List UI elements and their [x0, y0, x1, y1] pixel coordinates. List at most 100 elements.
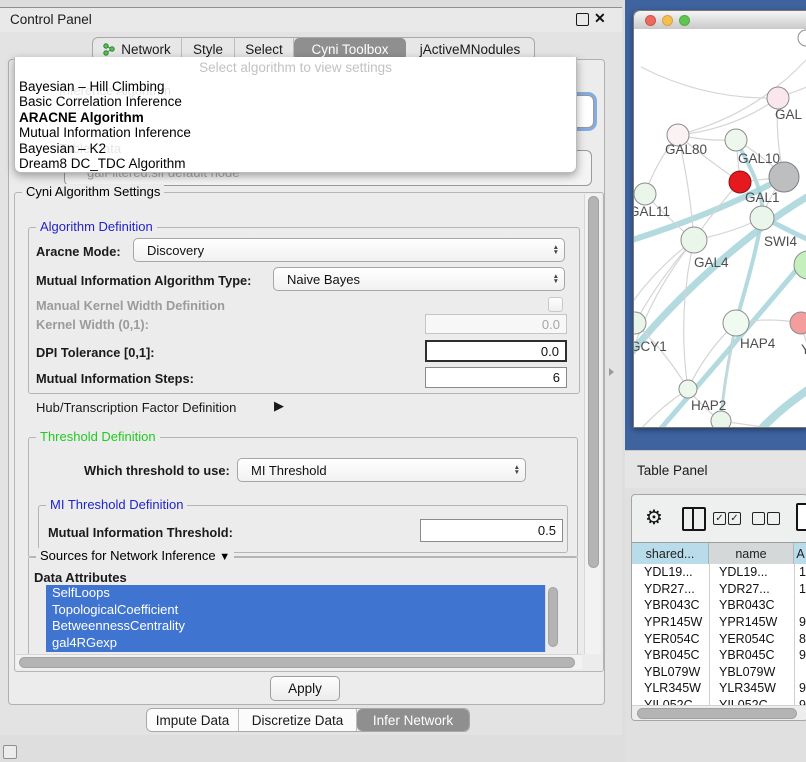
hub-expand-arrow-icon[interactable]: ▶ — [274, 398, 284, 414]
data-attribute-item[interactable]: TopologicalCoefficient — [46, 602, 545, 619]
table-cell[interactable]: 9. — [794, 698, 806, 705]
table-cell[interactable]: YLR345W — [709, 681, 794, 695]
sources-collapse-arrow-icon[interactable]: ▼ — [219, 551, 230, 563]
attributes-scrollbar[interactable] — [545, 585, 559, 652]
settings-vertical-scrollbar-thumb[interactable] — [588, 196, 599, 568]
table-row[interactable]: YIL052CYIL052C9. — [632, 697, 806, 705]
mi-steps-field[interactable]: 6 — [425, 367, 567, 388]
table-cell[interactable]: YBR043C — [632, 598, 709, 612]
network-node-hap4[interactable] — [723, 310, 749, 336]
table-cell[interactable]: YPR145W — [709, 615, 794, 629]
window-minimize-icon[interactable] — [662, 15, 673, 26]
table-cell[interactable]: 13 — [794, 565, 806, 579]
table-cell[interactable]: 9. — [794, 681, 806, 695]
network-node-grayn[interactable] — [769, 162, 799, 192]
table-row[interactable]: YBL079WYBL079W — [632, 664, 806, 681]
network-node-swi4[interactable] — [750, 206, 774, 230]
network-node-gal[interactable] — [767, 87, 789, 109]
table-cell[interactable]: 9. — [794, 648, 806, 662]
network-node-gal11[interactable] — [634, 183, 656, 205]
network-node-hap2[interactable] — [679, 380, 697, 398]
table-cell[interactable]: YBR045C — [632, 648, 709, 662]
manual-kernel-checkbox[interactable] — [548, 297, 563, 312]
table-cell[interactable]: YDR27... — [632, 582, 709, 596]
column-header-name[interactable]: name — [709, 543, 794, 564]
table-row[interactable]: YER054CYER054C8. — [632, 630, 806, 647]
table-row[interactable]: YDL19...YDL19...13 — [632, 564, 806, 581]
split-panel-icon[interactable] — [682, 507, 706, 531]
network-node-y[interactable] — [790, 312, 806, 334]
which-threshold-combo[interactable]: MI Threshold ▲▼ — [237, 458, 526, 482]
gear-icon[interactable]: ⚙ — [645, 505, 663, 530]
network-node-grn[interactable] — [794, 251, 806, 279]
table-row[interactable]: YPR145WYPR145W9. — [632, 614, 806, 631]
collapsed-panel-icon[interactable] — [3, 745, 17, 759]
window-zoom-icon[interactable] — [679, 15, 690, 26]
table-horizontal-scrollbar-thumb[interactable] — [637, 708, 797, 719]
column-header-clipped[interactable]: A — [794, 543, 806, 564]
network-window[interactable]: GALGAL80GAL10GAL1GAL11SWI4GAL4GCY1HAP4YH… — [633, 10, 806, 428]
data-attribute-item[interactable]: BetweennessCentrality — [46, 618, 545, 635]
table-row[interactable]: YBR045CYBR045C9. — [632, 647, 806, 664]
deselect-all-columns-icon[interactable] — [752, 512, 765, 525]
network-window-titlebar[interactable] — [634, 11, 806, 30]
network-node-top[interactable] — [798, 30, 806, 46]
table-row[interactable]: YLR345WYLR345W9. — [632, 680, 806, 697]
table-cell[interactable]: YDR27... — [709, 582, 794, 596]
select-all-columns-icon[interactable]: ✓ — [728, 512, 741, 525]
float-panel-icon[interactable] — [576, 13, 589, 26]
tab-impute-data[interactable]: Impute Data — [147, 709, 239, 731]
table-row[interactable]: YDR27...YDR27...12 — [632, 581, 806, 598]
network-node-gal10[interactable] — [725, 129, 747, 151]
settings-vertical-scrollbar[interactable] — [584, 194, 601, 654]
settings-horizontal-scrollbar-thumb[interactable] — [19, 657, 575, 668]
data-attribute-item[interactable]: SelfLoops — [46, 585, 545, 602]
select-all-columns-icon[interactable]: ✓ — [713, 512, 726, 525]
tab-infer-network[interactable]: Infer Network — [357, 709, 469, 731]
network-node-botn[interactable] — [711, 411, 731, 427]
settings-horizontal-scrollbar[interactable] — [16, 654, 582, 669]
data-attribute-item[interactable]: gal4RGexp — [46, 635, 545, 652]
table-cell[interactable]: YDL19... — [709, 565, 794, 579]
hub-definition-label[interactable]: Hub/Transcription Factor Definition — [36, 400, 236, 415]
mi-threshold-field[interactable]: 0.5 — [420, 519, 563, 542]
table-cell[interactable]: YDL19... — [632, 565, 709, 579]
new-table-icon[interactable] — [796, 503, 806, 531]
table-cell[interactable]: YBR045C — [709, 648, 794, 662]
network-node-gcy1[interactable] — [634, 312, 646, 334]
splitter-collapse-icon[interactable] — [609, 368, 614, 376]
close-icon[interactable]: ✕ — [594, 10, 606, 27]
table-cell[interactable]: YBL079W — [709, 665, 794, 679]
table-row[interactable]: YBR043CYBR043C — [632, 597, 806, 614]
data-attributes-list[interactable]: SelfLoopsTopologicalCoefficientBetweenne… — [46, 585, 545, 652]
algorithm-list-item[interactable]: Dream8 DC_TDC Algorithm — [15, 156, 576, 171]
algorithm-list-item[interactable]: Basic Correlation Inference — [15, 94, 576, 109]
table-cell[interactable]: YBR043C — [709, 598, 794, 612]
window-close-icon[interactable] — [645, 15, 656, 26]
table-cell[interactable]: YER054C — [709, 632, 794, 646]
apply-button[interactable]: Apply — [270, 676, 340, 701]
column-header-shared-name[interactable]: shared... — [632, 543, 709, 564]
dpi-tolerance-field[interactable]: 0.0 — [425, 340, 567, 362]
network-canvas[interactable]: GALGAL80GAL10GAL1GAL11SWI4GAL4GCY1HAP4YH… — [634, 29, 806, 427]
table-cell[interactable]: YBL079W — [632, 665, 709, 679]
mi-type-combo[interactable]: Naive Bayes ▲▼ — [273, 267, 565, 291]
attributes-scrollbar-thumb[interactable] — [548, 587, 558, 647]
tab-discretize-data[interactable]: Discretize Data — [239, 709, 357, 731]
network-node-gal4[interactable] — [681, 227, 707, 253]
table-cell[interactable]: 9. — [794, 615, 806, 629]
table-cell[interactable]: 12 — [794, 582, 806, 596]
table-cell[interactable]: YPR145W — [632, 615, 709, 629]
table-cell[interactable]: YIL052C — [709, 698, 794, 705]
algorithm-list-item[interactable]: ARACNE Algorithm — [15, 110, 576, 125]
table-cell[interactable]: YER054C — [632, 632, 709, 646]
aracne-mode-combo[interactable]: Discovery ▲▼ — [133, 238, 565, 262]
table-cell[interactable]: YLR345W — [632, 681, 709, 695]
deselect-all-columns-icon[interactable] — [767, 512, 780, 525]
table-cell[interactable]: YIL052C — [632, 698, 709, 705]
table-cell[interactable]: 8. — [794, 632, 806, 646]
table-horizontal-scrollbar[interactable] — [632, 705, 806, 720]
algorithm-list-item[interactable]: Bayesian – K2 — [15, 141, 576, 156]
algorithm-list-item[interactable]: Mutual Information Inference — [15, 125, 576, 140]
algorithm-list-item[interactable]: Bayesian – Hill Climbing — [15, 79, 576, 94]
